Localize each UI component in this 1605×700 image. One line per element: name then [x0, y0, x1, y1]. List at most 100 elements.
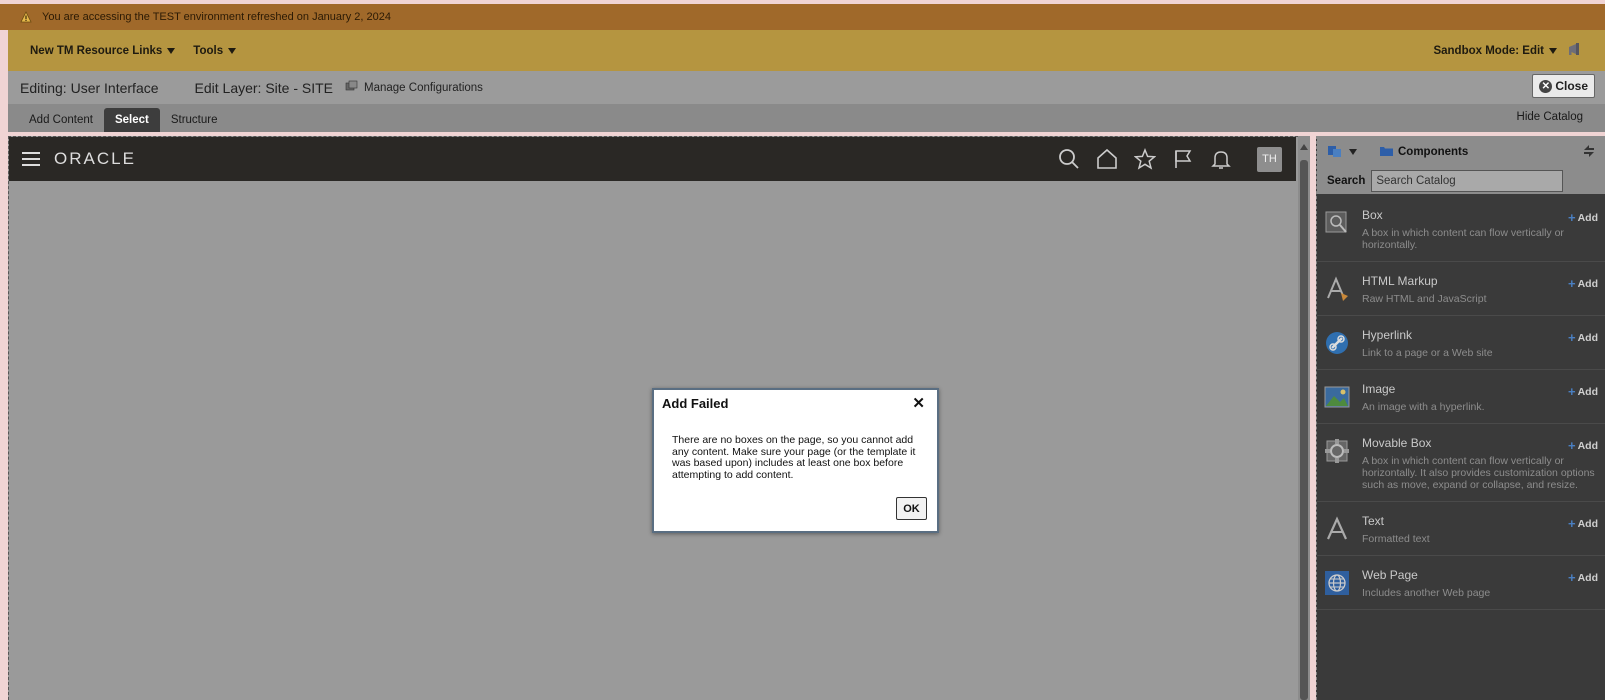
add-hyperlink-button[interactable]: + Add — [1568, 330, 1598, 345]
refresh-icon[interactable] — [1582, 144, 1596, 161]
add-label: Add — [1577, 571, 1598, 584]
plus-icon: + — [1567, 570, 1576, 585]
bell-icon[interactable] — [1209, 147, 1233, 171]
environment-banner: You are accessing the TEST environment r… — [0, 4, 1605, 30]
plus-icon: + — [1567, 516, 1576, 531]
home-icon[interactable] — [1095, 147, 1119, 171]
global-toolbar: New TM Resource Links Tools Sandbox Mode… — [8, 30, 1605, 71]
html-markup-icon — [1323, 275, 1351, 303]
catalog-item-box[interactable]: Box A box in which content can flow vert… — [1317, 196, 1605, 262]
star-icon[interactable] — [1133, 147, 1157, 171]
resource-links-label: New TM Resource Links — [30, 44, 163, 57]
catalog-item-web-page[interactable]: Web Page Includes another Web page + Add — [1317, 556, 1605, 610]
component-catalog: Components Search Box A box in which con… — [1316, 136, 1605, 700]
close-icon: ✕ — [1539, 79, 1553, 93]
catalog-item-name: Image — [1362, 382, 1396, 396]
tab-label: Select — [114, 114, 149, 126]
composer-tabs: Add Content Select Structure Hide Catalo… — [8, 104, 1605, 132]
edit-layer-label: Edit Layer: Site - SITE — [194, 79, 334, 96]
add-html-markup-button[interactable]: + Add — [1568, 276, 1598, 291]
oracle-logo: ORACLE — [54, 149, 136, 168]
close-label: Close — [1555, 79, 1588, 93]
resource-links-menu[interactable]: New TM Resource Links — [30, 44, 176, 57]
plus-icon: + — [1567, 276, 1576, 291]
app-header: ORACLE TH — [9, 137, 1296, 181]
tab-add-content[interactable]: Add Content — [18, 108, 104, 132]
close-icon[interactable]: ✕ — [912, 394, 925, 412]
sandbox-mode-label: Sandbox Mode: Edit — [1433, 44, 1544, 57]
add-text-button[interactable]: + Add — [1568, 516, 1598, 531]
image-icon — [1323, 383, 1351, 411]
manage-configurations-link[interactable]: Manage Configurations — [345, 80, 483, 95]
catalog-item-html-markup[interactable]: HTML Markup Raw HTML and JavaScript + Add — [1317, 262, 1605, 316]
sandbox-mode-menu[interactable]: Sandbox Mode: Edit — [1433, 45, 1557, 57]
add-movable-box-button[interactable]: + Add — [1568, 438, 1598, 453]
tab-select[interactable]: Select — [103, 108, 160, 132]
catalog-item-desc: Link to a page or a Web site — [1362, 347, 1493, 359]
catalog-item-desc: A box in which content can flow vertical… — [1362, 455, 1595, 491]
catalog-item-name: Hyperlink — [1362, 328, 1413, 342]
catalog-search: Search — [1317, 168, 1605, 194]
avatar[interactable]: TH — [1257, 146, 1282, 172]
search-icon[interactable] — [1057, 147, 1081, 171]
catalog-item-movable-box[interactable]: Movable Box A box in which content can f… — [1317, 424, 1605, 502]
catalog-list: Box A box in which content can flow vert… — [1317, 196, 1605, 610]
tab-structure[interactable]: Structure — [160, 108, 229, 132]
hamburger-menu-icon[interactable] — [22, 152, 40, 166]
catalog-item-desc: An image with a hyperlink. — [1362, 401, 1485, 413]
catalog-item-text[interactable]: Text Formatted text + Add — [1317, 502, 1605, 556]
add-label: Add — [1577, 517, 1598, 530]
chevron-down-icon — [167, 47, 176, 54]
catalog-item-image[interactable]: Image An image with a hyperlink. + Add — [1317, 370, 1605, 424]
manage-configurations-label: Manage Configurations — [364, 81, 483, 94]
add-label: Add — [1577, 331, 1598, 344]
banner-text: You are accessing the TEST environment r… — [42, 11, 391, 23]
plus-icon: + — [1567, 384, 1576, 399]
add-label: Add — [1577, 439, 1598, 452]
catalog-item-name: Box — [1362, 208, 1383, 222]
catalog-header: Components — [1317, 136, 1605, 168]
catalog-item-desc: Formatted text — [1362, 533, 1430, 545]
search-label: Search — [1327, 175, 1366, 187]
components-folder[interactable]: Components — [1379, 145, 1468, 160]
canvas-scrollbar[interactable] — [1298, 136, 1310, 700]
hyperlink-icon — [1323, 329, 1351, 357]
catalog-item-name: Text — [1362, 514, 1385, 528]
catalog-icon[interactable] — [1327, 144, 1343, 161]
scroll-up-icon[interactable] — [1300, 144, 1308, 150]
megaphone-icon[interactable] — [1567, 42, 1583, 59]
tab-label: Add Content — [29, 114, 93, 126]
box-icon — [1323, 209, 1351, 237]
chevron-down-icon — [1549, 47, 1557, 54]
close-button[interactable]: ✕ Close — [1532, 74, 1595, 98]
chevron-down-icon[interactable] — [1349, 149, 1357, 155]
folder-label: Components — [1398, 146, 1469, 158]
tools-menu[interactable]: Tools — [193, 45, 237, 57]
tab-label: Structure — [170, 114, 218, 126]
chevron-down-icon — [228, 47, 237, 54]
plus-icon: + — [1567, 210, 1576, 225]
catalog-item-name: HTML Markup — [1362, 274, 1438, 288]
ok-button[interactable]: OK — [896, 497, 927, 520]
add-label: Add — [1577, 277, 1598, 290]
flag-icon[interactable] — [1171, 147, 1195, 171]
catalog-item-desc: A box in which content can flow vertical… — [1362, 227, 1564, 251]
plus-icon: + — [1567, 330, 1576, 345]
add-label: Add — [1577, 385, 1598, 398]
add-box-button[interactable]: + Add — [1568, 210, 1598, 225]
add-web-page-button[interactable]: + Add — [1568, 570, 1598, 585]
add-image-button[interactable]: + Add — [1568, 384, 1598, 399]
edit-bar: Editing: User Interface Edit Layer: Site… — [8, 71, 1605, 104]
hide-catalog-link[interactable]: Hide Catalog — [1517, 111, 1583, 123]
catalog-item-name: Web Page — [1362, 568, 1418, 582]
add-failed-dialog: Add Failed ✕ There are no boxes on the p… — [652, 388, 939, 533]
add-label: Add — [1577, 211, 1598, 224]
catalog-item-hyperlink[interactable]: Hyperlink Link to a page or a Web site +… — [1317, 316, 1605, 370]
folder-icon — [1379, 145, 1394, 160]
dialog-message: There are no boxes on the page, so you c… — [672, 434, 916, 481]
text-icon — [1323, 515, 1351, 543]
search-catalog-input[interactable] — [1371, 170, 1564, 192]
scrollbar-thumb[interactable] — [1300, 160, 1308, 700]
editing-label: Editing: User Interface — [20, 79, 159, 96]
plus-icon: + — [1567, 438, 1576, 453]
